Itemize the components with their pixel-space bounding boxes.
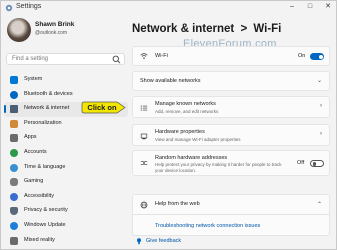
- wifi-toggle[interactable]: [310, 53, 324, 60]
- random-addresses-title: Random hardware addresses: [155, 155, 228, 161]
- sidebar-item-label: Privacy & security: [24, 207, 68, 214]
- sidebar-item-label: Time & language: [24, 163, 66, 170]
- sidebar-item-label: Network & internet: [24, 105, 70, 112]
- sidebar-item-mixed-reality[interactable]: Mixed reality: [4, 234, 128, 249]
- sidebar-item-privacy[interactable]: Privacy & security: [4, 204, 128, 219]
- monitor-icon: [10, 76, 18, 84]
- sidebar-item-label: System: [24, 76, 43, 82]
- wifi-state: On: [298, 53, 306, 59]
- accessibility-icon: [10, 192, 18, 201]
- available-networks-card[interactable]: Show available networks ⌄: [132, 71, 330, 91]
- sidebar-item-label: Gaming: [24, 178, 44, 185]
- sidebar-item-bluetooth[interactable]: Bluetooth & devices: [4, 88, 128, 103]
- sidebar-item-label: Mixed reality: [24, 236, 55, 243]
- list-icon: [140, 105, 148, 111]
- wifi-icon: [140, 53, 148, 59]
- random-addresses-card[interactable]: Random hardware addresses Help protect y…: [132, 150, 330, 176]
- network-icon: [10, 105, 18, 114]
- brush-icon: [10, 119, 18, 128]
- avatar[interactable]: [7, 18, 31, 42]
- random-addresses-subtitle: Help protect your privacy by making it h…: [155, 162, 282, 173]
- sidebar-item-accessibility[interactable]: Accessibility: [4, 190, 128, 205]
- page-title: Network & internet > Wi-Fi: [132, 23, 281, 35]
- window-title: Settings: [16, 3, 42, 10]
- help-title: Help from the web: [155, 201, 200, 207]
- sidebar-item-label: Accounts: [24, 148, 47, 155]
- hardware-properties-card[interactable]: Hardware properties View and manage Wi-F…: [132, 124, 330, 146]
- search-input[interactable]: Find a setting: [6, 53, 125, 65]
- help-divider: [132, 214, 330, 215]
- troubleshooting-link[interactable]: Troubleshooting network connection issue…: [155, 223, 260, 229]
- settings-window: Settings – □ ✕ Shawn Brink @outlook.com …: [0, 0, 337, 250]
- sidebar-item-label: Windows Update: [24, 221, 66, 228]
- sidebar-item-gaming[interactable]: Gaming: [4, 175, 128, 190]
- user-email: @outlook.com: [35, 30, 68, 36]
- sidebar-item-system[interactable]: System: [4, 73, 128, 88]
- sidebar-item-personalization[interactable]: Personalization: [4, 117, 128, 132]
- sidebar-item-time-language[interactable]: Time & language: [4, 161, 128, 176]
- hardware-properties-subtitle: View and manage Wi-Fi adapter properties: [155, 137, 241, 142]
- search-placeholder: Find a setting: [12, 56, 49, 62]
- sidebar-item-label: Apps: [24, 134, 37, 141]
- available-networks-label: Show available networks: [140, 78, 201, 84]
- breadcrumb-current: Wi-Fi: [253, 23, 282, 35]
- sidebar-item-windows-update[interactable]: Windows Update: [4, 219, 128, 234]
- search-icon: [112, 55, 121, 64]
- bluetooth-icon: [10, 90, 18, 99]
- breadcrumb-parent[interactable]: Network & internet: [132, 23, 234, 35]
- chevron-up-icon[interactable]: ⌃: [317, 201, 322, 208]
- help-card: Help from the web ⌃ Troubleshooting netw…: [132, 194, 330, 236]
- chevron-right-icon: ›: [320, 103, 322, 109]
- random-addresses-state: Off: [297, 160, 305, 166]
- give-feedback-link[interactable]: Give feedback: [146, 238, 181, 244]
- person-icon: [10, 148, 18, 157]
- feedback-icon: [137, 238, 141, 245]
- user-name: Shawn Brink: [35, 21, 75, 28]
- headset-icon: [10, 236, 18, 245]
- sidebar-item-accounts[interactable]: Accounts: [4, 146, 128, 161]
- apps-icon: [10, 134, 18, 143]
- shuffle-icon: [140, 161, 148, 165]
- manage-known-networks-subtitle: Add, remove, and edit networks: [155, 109, 219, 114]
- hardware-properties-title: Hardware properties: [155, 129, 205, 135]
- adapter-icon: [140, 133, 148, 140]
- gamepad-icon: [10, 178, 18, 187]
- minimize-button[interactable]: –: [285, 1, 299, 13]
- manage-known-networks-card[interactable]: Manage known networks Add, remove, and e…: [132, 96, 330, 118]
- globe-icon: [140, 201, 148, 209]
- sidebar-item-label: Accessibility: [24, 192, 54, 199]
- update-icon: [10, 221, 18, 230]
- shield-icon: [10, 207, 18, 216]
- maximize-button[interactable]: □: [303, 1, 317, 13]
- wifi-label: Wi-Fi: [155, 53, 168, 59]
- title-bar: Settings – □ ✕: [1, 1, 337, 15]
- sidebar-nav: System Bluetooth & devices Network & int…: [4, 73, 128, 248]
- manage-known-networks-title: Manage known networks: [155, 101, 216, 107]
- settings-app-icon: [5, 4, 13, 12]
- sidebar-item-apps[interactable]: Apps: [4, 131, 128, 146]
- sidebar-item-label: Bluetooth & devices: [24, 90, 73, 97]
- callout-text: Click on: [87, 103, 117, 112]
- globe-clock-icon: [10, 163, 18, 172]
- chevron-down-icon: ⌄: [316, 78, 322, 84]
- breadcrumb-separator: >: [240, 23, 248, 35]
- chevron-right-icon: ›: [320, 131, 322, 137]
- wifi-card[interactable]: Wi-Fi On: [132, 46, 330, 66]
- random-addresses-toggle[interactable]: [310, 160, 324, 167]
- close-button[interactable]: ✕: [321, 1, 335, 13]
- sidebar-item-label: Personalization: [24, 119, 62, 126]
